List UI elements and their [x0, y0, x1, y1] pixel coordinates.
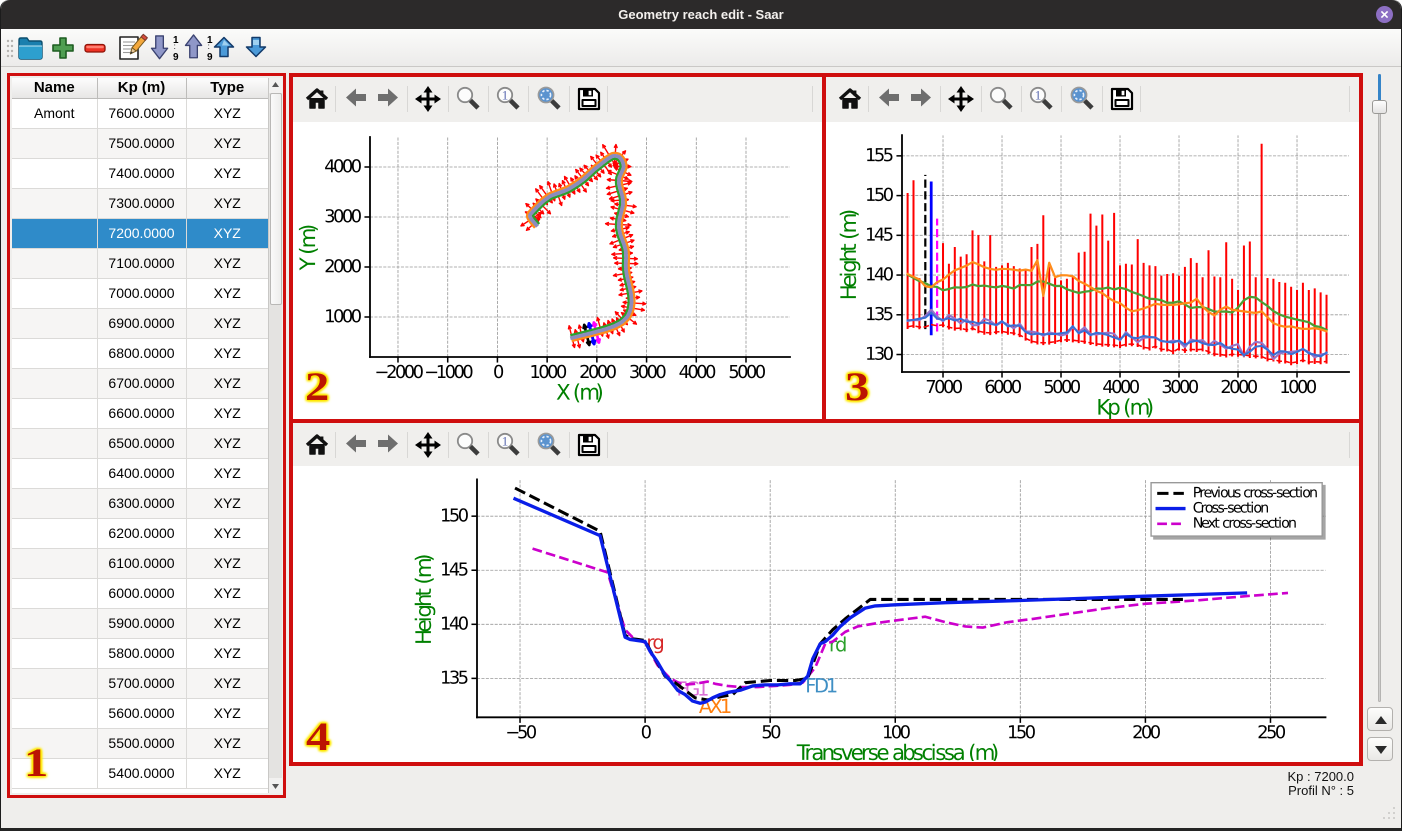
svg-text::: :	[208, 42, 210, 51]
svg-text:9: 9	[173, 52, 179, 63]
svg-text:9: 9	[207, 52, 213, 63]
svg-text::: :	[174, 42, 176, 51]
